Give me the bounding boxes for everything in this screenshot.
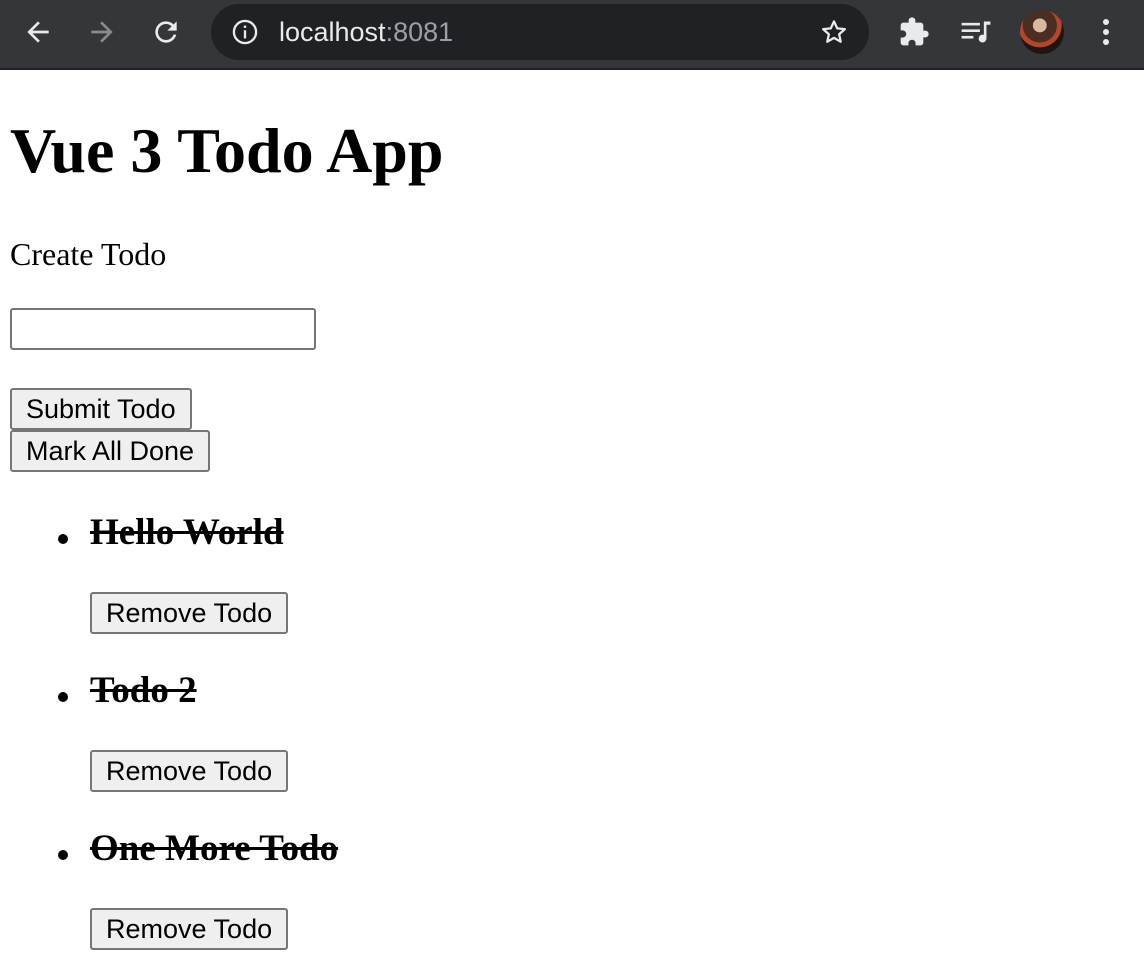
star-icon[interactable] (819, 17, 849, 47)
url-port: :8081 (385, 17, 454, 47)
url-host: localhost (279, 17, 386, 47)
todo-item: Todo 2 Remove Todo (58, 670, 1134, 792)
profile-avatar[interactable] (1020, 10, 1064, 54)
browser-toolbar: localhost:8081 (0, 0, 1144, 70)
todo-text[interactable]: Hello World (90, 512, 1134, 554)
page-title: Vue 3 Todo App (10, 115, 444, 186)
bullet-icon (58, 850, 68, 860)
reload-icon[interactable] (146, 12, 186, 52)
todo-list: Hello World Remove Todo Todo 2 Remove To… (10, 512, 1134, 950)
forward-arrow-icon[interactable] (82, 12, 122, 52)
todo-text[interactable]: Todo 2 (90, 670, 1134, 712)
mark-all-done-button[interactable]: Mark All Done (10, 430, 211, 472)
page-content: Vue 3 Todo App Create Todo Submit Todo M… (0, 114, 1144, 950)
submit-todo-button[interactable]: Submit Todo (10, 388, 192, 430)
address-bar[interactable]: localhost:8081 (211, 4, 869, 60)
todo-item: Hello World Remove Todo (58, 512, 1134, 634)
menu-dots-icon[interactable] (1086, 12, 1126, 52)
remove-todo-button[interactable]: Remove Todo (90, 908, 289, 950)
create-todo-label: Create Todo (10, 236, 167, 272)
back-arrow-icon[interactable] (18, 12, 58, 52)
todo-item: One More Todo Remove Todo (58, 828, 1134, 950)
url-text: localhost:8081 (279, 16, 453, 48)
remove-todo-button[interactable]: Remove Todo (90, 592, 289, 634)
bullet-icon (58, 692, 68, 702)
info-icon[interactable] (231, 18, 259, 46)
bullet-icon (58, 534, 68, 544)
todo-text[interactable]: One More Todo (90, 828, 1134, 870)
extensions-icon[interactable] (894, 12, 934, 52)
remove-todo-button[interactable]: Remove Todo (90, 750, 289, 792)
todo-input[interactable] (10, 308, 316, 350)
media-queue-icon[interactable] (956, 12, 996, 52)
